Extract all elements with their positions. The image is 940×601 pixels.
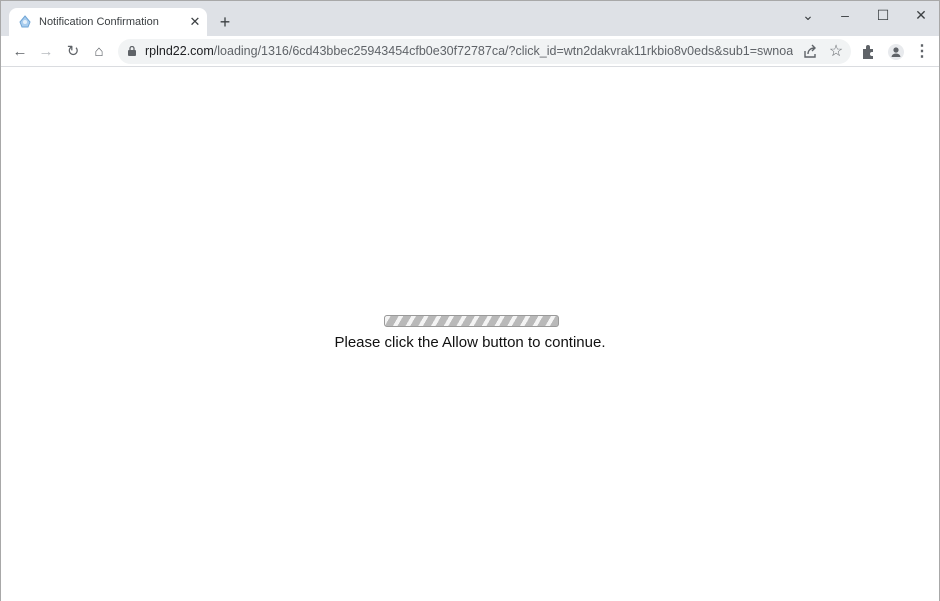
profile-icon[interactable]: [885, 41, 907, 63]
close-tab-icon[interactable]: ✕: [187, 14, 203, 30]
allow-instruction-text: Please click the Allow button to continu…: [334, 334, 606, 351]
browser-toolbar: ← → ↻ ⌂ rplnd22.com/loading/1316/6cd43bb…: [1, 36, 939, 67]
tab-notification-confirmation[interactable]: Notification Confirmation ✕: [9, 8, 207, 36]
home-button[interactable]: ⌂: [88, 41, 110, 63]
close-window-button[interactable]: ✕: [906, 5, 936, 25]
back-button[interactable]: ←: [9, 41, 31, 63]
maximize-button[interactable]: ☐: [868, 5, 898, 25]
tab-title: Notification Confirmation: [39, 16, 159, 28]
menu-kebab-icon[interactable]: ⋮: [911, 41, 933, 63]
url-host: rplnd22.com: [145, 44, 214, 58]
tab-search-chevron-icon[interactable]: ⌄: [793, 5, 823, 25]
loading-progress-bar: [384, 315, 559, 327]
page-content: Please click the Allow button to continu…: [1, 67, 939, 601]
minimize-button[interactable]: –: [830, 5, 860, 25]
browser-window: Notification Confirmation ✕ + ⌄ – ☐ ✕ ← …: [0, 0, 940, 601]
reload-button[interactable]: ↻: [62, 41, 84, 63]
url-path: /loading/1316/6cd43bbec25943454cfb0e30f7…: [213, 44, 793, 58]
bell-favicon-icon: [19, 15, 31, 28]
url-text[interactable]: rplnd22.com/loading/1316/6cd43bbec259434…: [145, 44, 793, 58]
extensions-icon[interactable]: [858, 41, 880, 63]
address-bar[interactable]: rplnd22.com/loading/1316/6cd43bbec259434…: [118, 39, 851, 64]
new-tab-button[interactable]: +: [215, 12, 235, 32]
forward-button[interactable]: →: [35, 41, 57, 63]
title-bar: Notification Confirmation ✕ + ⌄ – ☐ ✕: [1, 1, 939, 36]
bookmark-star-icon[interactable]: ☆: [826, 42, 846, 62]
lock-icon[interactable]: [128, 46, 136, 56]
share-icon[interactable]: [800, 42, 820, 62]
